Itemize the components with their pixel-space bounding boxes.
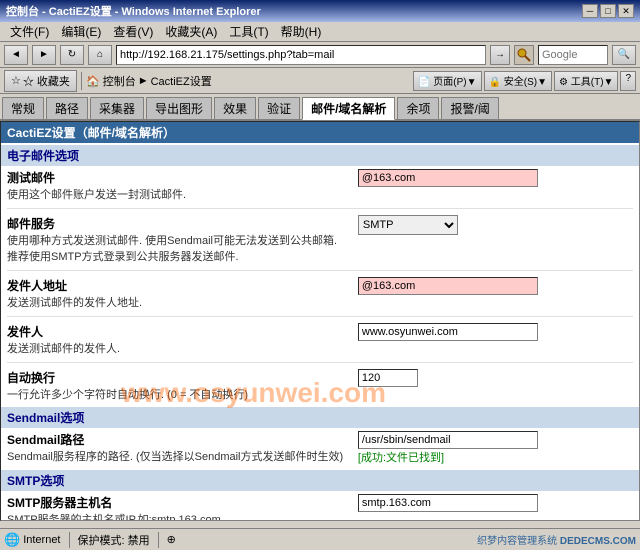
content-area: www.osyunwei.com CactiEZ设置（邮件/域名解析） 电子邮件… bbox=[0, 121, 640, 521]
favorites-button[interactable]: ☆ ☆ 收藏夹 bbox=[4, 70, 77, 92]
site-logo: 织梦内容管理系统 DEDECMS.COM bbox=[477, 532, 636, 547]
test-email-label: 测试邮件 bbox=[7, 169, 346, 186]
menu-favorites[interactable]: 收藏夹(A) bbox=[159, 21, 223, 42]
sendmail-form-table: Sendmail路径 Sendmail服务程序的路径. (仅当选择以Sendma… bbox=[1, 428, 639, 468]
status-separator-2 bbox=[158, 532, 159, 548]
zoom-button[interactable]: ⊕ bbox=[167, 533, 176, 546]
menu-help[interactable]: 帮助(H) bbox=[275, 21, 328, 42]
menu-file[interactable]: 文件(F) bbox=[4, 21, 55, 42]
tab-mail[interactable]: 邮件/域名解析 bbox=[302, 97, 395, 120]
email-form-table: 测试邮件 使用这个邮件账户发送一封测试邮件. 邮件服务 使用哪种方式发送测试邮件… bbox=[1, 166, 639, 405]
mail-service-label: 邮件服务 bbox=[7, 215, 346, 232]
star-icon: ☆ bbox=[11, 74, 21, 87]
window-title: 控制台 - CactiEZ设置 - Windows Internet Explo… bbox=[6, 3, 261, 19]
breadcrumb-item-1[interactable]: 🏠 控制台 bbox=[86, 73, 136, 89]
go-button[interactable]: → bbox=[490, 45, 510, 65]
smtp-host-label: SMTP服务器主机名 bbox=[7, 494, 346, 511]
wordwrap-label: 自动换行 bbox=[7, 369, 346, 386]
safety-button[interactable]: 🔒 安全(S)▼ bbox=[484, 71, 552, 91]
tab-alerts[interactable]: 报警/阈 bbox=[441, 97, 498, 119]
address-input[interactable] bbox=[116, 45, 486, 65]
section-smtp-header: SMTP选项 bbox=[1, 470, 639, 491]
tab-general[interactable]: 常规 bbox=[2, 97, 44, 119]
minimize-button[interactable]: ─ bbox=[582, 4, 598, 18]
page-icon: 📄 bbox=[418, 77, 430, 88]
menu-tools[interactable]: 工具(T) bbox=[223, 21, 274, 42]
window-controls: ─ □ ✕ bbox=[582, 4, 634, 18]
tools-icon: ⚙ bbox=[559, 77, 568, 88]
field-wordwrap: 自动换行 一行允许多少个字符时自动换行. (0 = 不自动换行) bbox=[1, 366, 639, 405]
internet-icon: 🌐 bbox=[4, 532, 20, 548]
close-button[interactable]: ✕ bbox=[618, 4, 634, 18]
search-engine-icon bbox=[514, 45, 534, 65]
refresh-button[interactable]: ↻ bbox=[60, 45, 84, 65]
tab-export[interactable]: 导出图形 bbox=[146, 97, 212, 119]
sendmail-path-desc: Sendmail服务程序的路径. (仅当选择以Sendmail方式发送邮件时生效… bbox=[7, 448, 346, 464]
from-name-input[interactable] bbox=[358, 323, 538, 341]
maximize-button[interactable]: □ bbox=[600, 4, 616, 18]
test-email-input[interactable] bbox=[358, 169, 538, 187]
field-mail-service: 邮件服务 使用哪种方式发送测试邮件. 使用Sendmail可能无法发送到公共邮箱… bbox=[1, 212, 639, 267]
from-name-desc: 发送测试邮件的发件人. bbox=[7, 340, 346, 356]
page-controls: 📄 页面(P)▼ 🔒 安全(S)▼ ⚙ 工具(T)▼ ? bbox=[413, 71, 636, 91]
mail-service-select[interactable]: SMTP Sendmail PHP Mail bbox=[358, 215, 458, 235]
home-button[interactable]: ⌂ bbox=[88, 45, 112, 65]
wordwrap-desc: 一行允许多少个字符时自动换行. (0 = 不自动换行) bbox=[7, 386, 346, 402]
sendmail-success-note: [成功:文件已找到] bbox=[358, 449, 633, 465]
tab-paths[interactable]: 路径 bbox=[46, 97, 88, 119]
from-name-label: 发件人 bbox=[7, 323, 346, 340]
internet-label: Internet bbox=[23, 534, 60, 546]
field-sendmail-path: Sendmail路径 Sendmail服务程序的路径. (仅当选择以Sendma… bbox=[1, 428, 639, 468]
smtp-host-input[interactable] bbox=[358, 494, 538, 512]
menu-view[interactable]: 查看(V) bbox=[107, 21, 159, 42]
house-icon: 🏠 bbox=[86, 76, 100, 88]
sendmail-path-label: Sendmail路径 bbox=[7, 431, 346, 448]
tab-misc[interactable]: 余项 bbox=[397, 97, 439, 119]
smtp-form-table: SMTP服务器主机名 SMTP服务器的主机名或IP.如:smtp.163.com… bbox=[1, 491, 639, 521]
mail-service-desc: 使用哪种方式发送测试邮件. 使用Sendmail可能无法发送到公共邮箱.推荐使用… bbox=[7, 232, 346, 264]
test-email-desc: 使用这个邮件账户发送一封测试邮件. bbox=[7, 186, 346, 202]
forward-button[interactable]: ► bbox=[32, 45, 56, 65]
title-bar: 控制台 - CactiEZ设置 - Windows Internet Explo… bbox=[0, 0, 640, 22]
page-button[interactable]: 📄 页面(P)▼ bbox=[413, 71, 481, 91]
toolbar: ☆ ☆ 收藏夹 🏠 控制台 ► CactiEZ设置 📄 页面(P)▼ 🔒 安全(… bbox=[0, 68, 640, 94]
help-button[interactable]: ? bbox=[620, 71, 636, 91]
search-input[interactable] bbox=[538, 45, 608, 65]
from-address-input[interactable] bbox=[358, 277, 538, 295]
menu-edit[interactable]: 编辑(E) bbox=[55, 21, 107, 42]
address-bar: ◄ ► ↻ ⌂ → 🔍 bbox=[0, 42, 640, 68]
menu-bar: 文件(F) 编辑(E) 查看(V) 收藏夹(A) 工具(T) 帮助(H) bbox=[0, 22, 640, 42]
field-from-name: 发件人 发送测试邮件的发件人. bbox=[1, 320, 639, 359]
tabs-container: 常规 路径 采集器 导出图形 效果 验证 邮件/域名解析 余项 报警/阈 bbox=[0, 94, 640, 121]
tools-button[interactable]: ⚙ 工具(T)▼ bbox=[554, 71, 618, 91]
tab-visual[interactable]: 效果 bbox=[214, 97, 256, 119]
protection-label: 保护模式: 禁用 bbox=[78, 532, 150, 548]
field-from-address: 发件人地址 发送测试邮件的发件人地址. bbox=[1, 274, 639, 313]
breadcrumb-separator: ► bbox=[138, 75, 149, 87]
toolbar-separator bbox=[81, 72, 82, 90]
section-email-header: 电子邮件选项 bbox=[1, 145, 639, 166]
status-separator-1 bbox=[69, 532, 70, 548]
search-button[interactable]: 🔍 bbox=[612, 45, 636, 65]
safety-icon: 🔒 bbox=[489, 77, 501, 88]
tab-poller[interactable]: 采集器 bbox=[90, 97, 144, 119]
status-internet: 🌐 Internet bbox=[4, 532, 61, 548]
section-sendmail-header: Sendmail选项 bbox=[1, 407, 639, 428]
smtp-host-desc: SMTP服务器的主机名或IP.如:smtp.163.com. bbox=[7, 511, 346, 521]
wordwrap-input[interactable] bbox=[358, 369, 418, 387]
from-address-label: 发件人地址 bbox=[7, 277, 346, 294]
back-button[interactable]: ◄ bbox=[4, 45, 28, 65]
sendmail-path-input[interactable] bbox=[358, 431, 538, 449]
from-address-desc: 发送测试邮件的发件人地址. bbox=[7, 294, 346, 310]
breadcrumb-item-2: CactiEZ设置 bbox=[151, 73, 212, 89]
status-bar: 🌐 Internet 保护模式: 禁用 ⊕ 织梦内容管理系统 DEDECMS.C… bbox=[0, 528, 640, 550]
field-smtp-host: SMTP服务器主机名 SMTP服务器的主机名或IP.如:smtp.163.com… bbox=[1, 491, 639, 521]
tab-auth[interactable]: 验证 bbox=[258, 97, 300, 119]
page-header: CactiEZ设置（邮件/域名解析） bbox=[1, 122, 639, 143]
field-test-email: 测试邮件 使用这个邮件账户发送一封测试邮件. bbox=[1, 166, 639, 205]
